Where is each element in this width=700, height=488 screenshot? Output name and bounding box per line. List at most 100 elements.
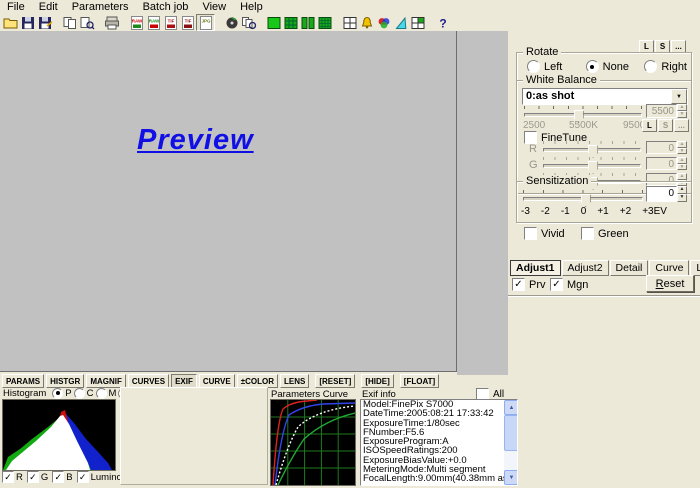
crop-triangle-icon[interactable] (392, 15, 409, 30)
tab-lens[interactable]: Lens (690, 260, 700, 276)
tab-detail[interactable]: Detail (610, 260, 649, 276)
bottom-tab-params[interactable]: PARAMS (2, 374, 44, 388)
slider-ticks (523, 190, 643, 193)
exif-listbox[interactable]: Model:FinePix S7000DateTime:2005:08:21 1… (360, 399, 518, 486)
bottom-tab-curves[interactable]: CURVES (128, 374, 169, 388)
mgn-checkbox-row[interactable]: ✓ Mgn (550, 278, 588, 291)
tab-adjust2[interactable]: Adjust2 (562, 260, 609, 276)
format-raw-1-icon[interactable]: RAW (128, 15, 145, 30)
vivid-checkbox-row[interactable]: Vivid (524, 227, 565, 240)
menu-help[interactable]: Help (233, 1, 270, 14)
grid-green-icon[interactable] (282, 15, 299, 30)
scroll-up-icon[interactable]: ▲ (504, 400, 518, 415)
bottom-tab-lens[interactable]: LENS (280, 374, 309, 388)
sensitization-slider[interactable] (523, 190, 643, 205)
bottom-tab-float[interactable]: [FLOAT] (400, 374, 439, 388)
bottom-tab-hide[interactable]: [HIDE] (361, 374, 393, 388)
sensitization-scale: -3-2-10+1+2+3EV (521, 206, 667, 217)
menu-file[interactable]: File (0, 1, 32, 14)
svg-text:RAW: RAW (131, 18, 142, 23)
preview-green-icon[interactable] (265, 15, 282, 30)
svg-text:JPG: JPG (201, 18, 211, 23)
reset-button[interactable]: Reset (646, 275, 694, 292)
multi-grid-green-icon[interactable] (316, 15, 333, 30)
preview-pages-icon[interactable] (78, 15, 95, 30)
tab-curve[interactable]: Curve (649, 260, 689, 276)
histogram-channel-r[interactable]: ✓R (2, 471, 23, 483)
slider-ticks (524, 106, 642, 109)
histogram-channel-b[interactable]: ✓B (52, 471, 72, 483)
radio-icon[interactable] (52, 388, 63, 399)
bottom-tab-magnif[interactable]: MAGNIF (86, 374, 126, 388)
checkbox-icon[interactable]: ✓ (52, 471, 64, 483)
open-icon[interactable] (2, 15, 19, 30)
radio-icon[interactable] (96, 388, 107, 399)
format-tif-1-icon[interactable]: TIF (162, 15, 179, 30)
sens-tick-label: -2 (541, 206, 550, 217)
split-green-icon[interactable] (299, 15, 316, 30)
menu-parameters[interactable]: Parameters (65, 1, 136, 14)
menu-view[interactable]: View (195, 1, 233, 14)
preview-canvas[interactable]: Preview (0, 31, 457, 372)
load-save-buttons-finetune: L S ... (642, 119, 689, 132)
sensitization-value-spinner[interactable]: 0 ▲▼ (646, 186, 687, 202)
channel-label: B (66, 472, 72, 483)
checkbox-icon[interactable]: ✓ (77, 471, 89, 483)
histogram-mode-m[interactable]: M (96, 388, 117, 399)
save-icon[interactable] (19, 15, 36, 30)
find-pages-icon[interactable] (240, 15, 257, 30)
menu-edit[interactable]: Edit (32, 1, 65, 14)
dropdown-arrow-icon[interactable]: ▼ (671, 89, 687, 104)
bottom-tab-curve[interactable]: CURVE (199, 374, 235, 388)
histogram-channel-g[interactable]: ✓G (27, 471, 48, 483)
radio-icon[interactable] (644, 60, 657, 73)
channel-R-value: 0 (646, 141, 677, 154)
rotate-option-right[interactable]: Right (644, 60, 687, 73)
format-raw-2-icon[interactable]: RAW (145, 15, 162, 30)
finetune-load-button[interactable]: L (642, 119, 657, 132)
alarm-bell-icon[interactable] (358, 15, 375, 30)
radio-icon[interactable] (527, 60, 540, 73)
bottom-tab-bar: PARAMSHISTGRMAGNIFCURVESEXIFCURVE±COLORL… (2, 374, 439, 388)
white-balance-slider[interactable] (524, 106, 642, 121)
tab-adjust1[interactable]: Adjust1 (510, 260, 561, 276)
rotate-option-left[interactable]: Left (527, 60, 586, 73)
format-tif-2-icon[interactable]: TIF (179, 15, 196, 30)
histogram-mode-c[interactable]: C (74, 388, 94, 399)
bottom-tab-exif[interactable]: EXIF (171, 374, 197, 388)
white-balance-preset-dropdown[interactable]: 0:as shot ▼ (522, 88, 688, 105)
sensitization-value: 0 (646, 186, 677, 202)
window-tile-icon[interactable] (341, 15, 358, 30)
rotate-option-none[interactable]: None (586, 60, 645, 73)
vivid-checkbox[interactable] (524, 227, 537, 240)
green-checkbox-row[interactable]: Green (581, 227, 629, 240)
spinner-arrows-icon[interactable]: ▲▼ (677, 186, 687, 202)
format-jpg-icon[interactable]: JPG (196, 14, 215, 31)
panel-divider (508, 295, 700, 297)
window-grid-icon[interactable] (409, 15, 426, 30)
checkbox-icon[interactable]: ✓ (27, 471, 39, 483)
rgb-colors-icon[interactable] (375, 15, 392, 30)
prv-checkbox[interactable]: ✓ (512, 278, 525, 291)
disk-view-icon[interactable] (223, 15, 240, 30)
exif-scrollbar[interactable]: ▲ ▼ (504, 400, 517, 485)
radio-icon[interactable] (586, 60, 599, 73)
histogram-mode-p[interactable]: P (52, 388, 71, 399)
menu-batch-job[interactable]: Batch job (136, 1, 196, 14)
adjust-tab-bar: Adjust1Adjust2DetailCurveLensColor (510, 260, 700, 276)
prv-checkbox-row[interactable]: ✓ Prv (512, 278, 546, 291)
green-checkbox[interactable] (581, 227, 594, 240)
histogram-plot (2, 399, 116, 471)
scrollbar-thumb[interactable] (504, 415, 518, 451)
checkbox-icon[interactable]: ✓ (2, 471, 14, 483)
help-icon[interactable]: ? (434, 15, 451, 30)
radio-icon[interactable] (74, 388, 85, 399)
scroll-down-icon[interactable]: ▼ (504, 470, 518, 485)
copy-icon[interactable] (61, 15, 78, 30)
bottom-tab-color[interactable]: ±COLOR (237, 374, 278, 388)
bottom-tab-reset[interactable]: [RESET] (315, 374, 355, 388)
bottom-tab-histgr[interactable]: HISTGR (46, 374, 84, 388)
mgn-checkbox[interactable]: ✓ (550, 278, 563, 291)
print-icon[interactable] (103, 15, 120, 30)
save-as-icon[interactable] (36, 15, 53, 30)
